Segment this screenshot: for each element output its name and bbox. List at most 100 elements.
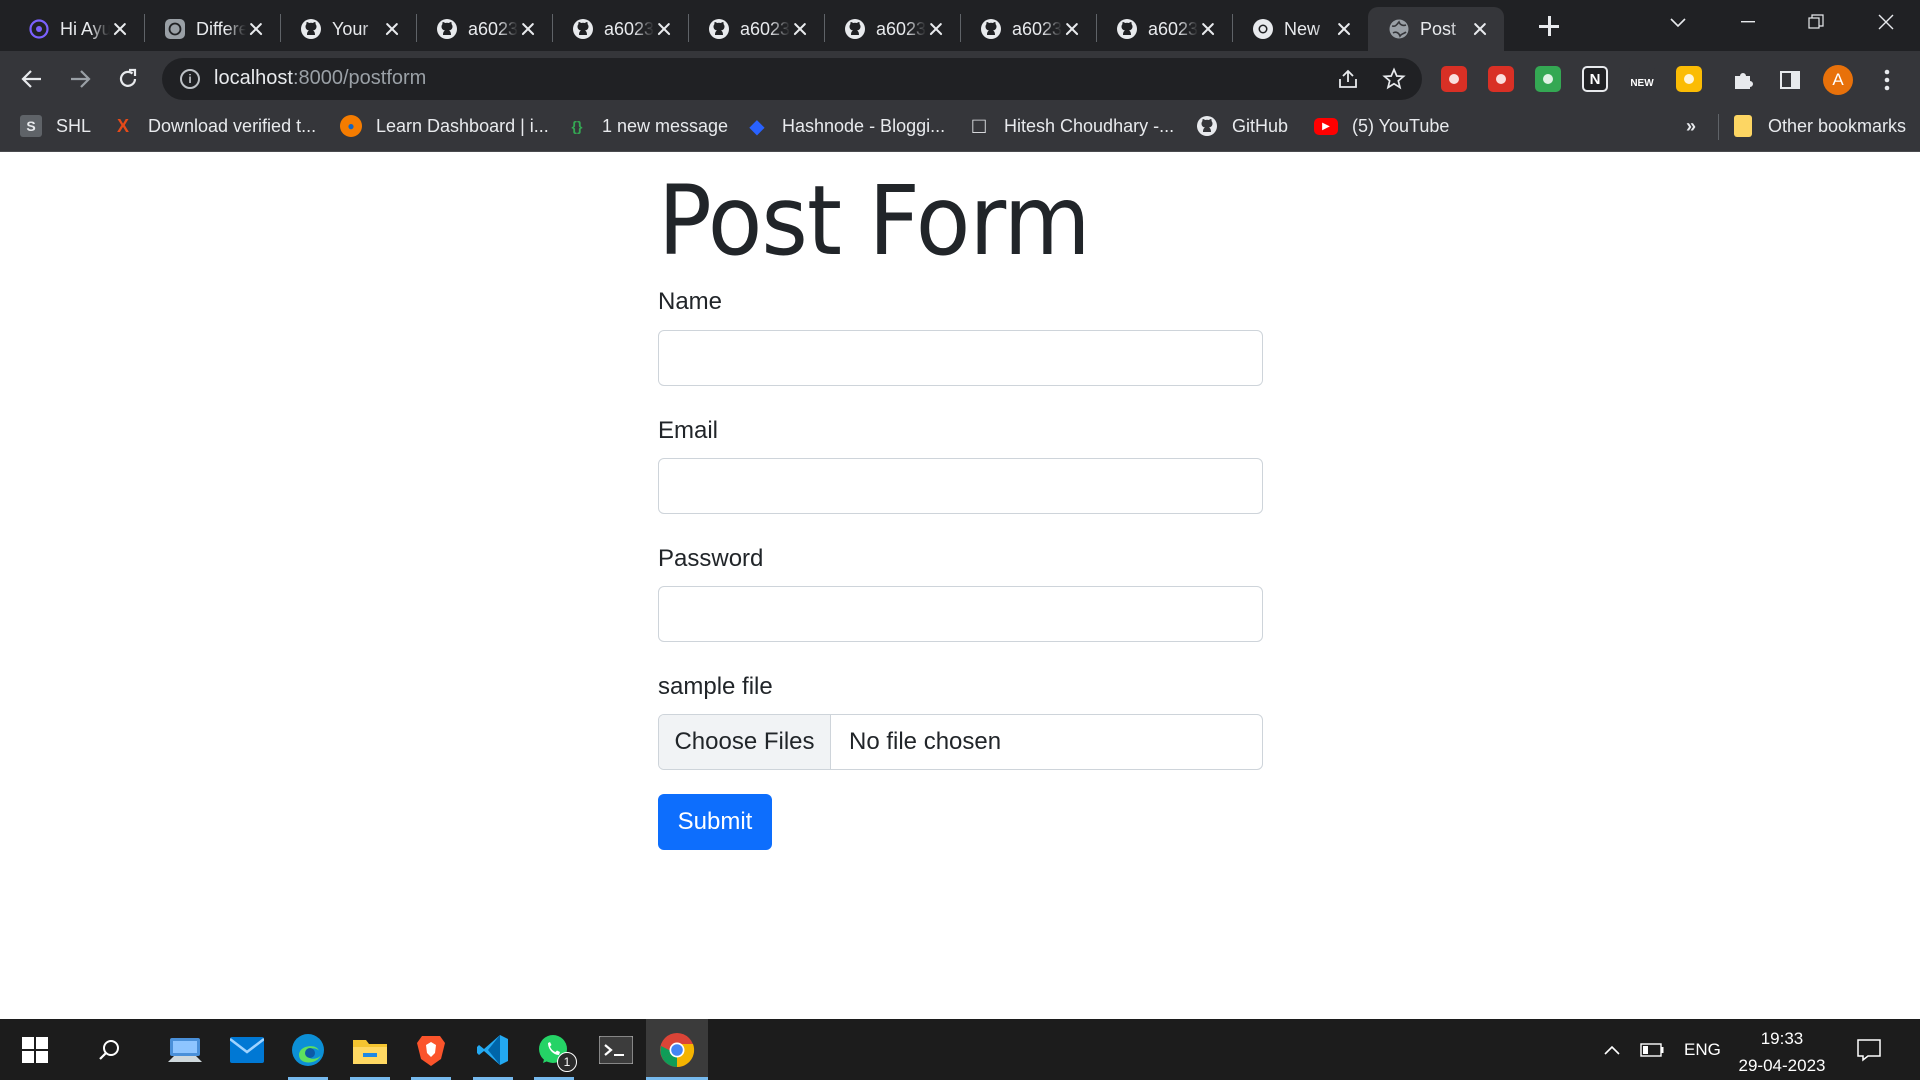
bookmark-label: Hashnode - Bloggi...	[782, 115, 946, 136]
browser-tab[interactable]: a6023	[416, 7, 552, 51]
bookmarks-overflow-button[interactable]: »	[1686, 116, 1696, 137]
github-icon	[1116, 18, 1138, 40]
browser-tab[interactable]: Differences	[144, 7, 280, 51]
new-ext-icon[interactable]: NEW	[1629, 66, 1655, 92]
clock-time: 19:33	[1760, 1029, 1804, 1048]
close-icon	[1878, 14, 1894, 30]
terminal-app-icon[interactable]	[585, 1019, 647, 1080]
file-status-text: No file chosen	[849, 728, 1002, 755]
tab-title: Hi Ayush	[60, 18, 110, 39]
browser-tab[interactable]: Hi Ayush	[8, 7, 144, 51]
tab-search-button[interactable]	[1650, 0, 1706, 44]
file-explorer-app-icon[interactable]	[339, 1019, 401, 1080]
file-input[interactable]: Choose Files No file chosen	[658, 714, 1263, 770]
browser-tab[interactable]: Your	[280, 7, 416, 51]
bookmark-label: GitHub	[1232, 115, 1289, 136]
close-tab-icon[interactable]	[654, 19, 674, 39]
chevron-up-icon	[1604, 1045, 1620, 1055]
show-hidden-icons-button[interactable]	[1603, 1019, 1621, 1080]
windows-logo-icon	[22, 1036, 48, 1063]
back-button[interactable]	[14, 61, 50, 97]
battery-status[interactable]	[1640, 1019, 1664, 1080]
extensions-puzzle-icon[interactable]	[1730, 67, 1756, 93]
minimize-button[interactable]	[1720, 0, 1776, 44]
bookmark-item[interactable]: □ Hitesh Choudhary -...	[968, 106, 1174, 146]
color-ext-icon[interactable]	[1535, 66, 1561, 92]
mail-app-icon[interactable]	[216, 1019, 278, 1080]
whatsapp-app-icon[interactable]: 1	[523, 1019, 585, 1080]
github-icon	[708, 18, 730, 40]
bookmark-item[interactable]: ▶ (5) YouTube	[1314, 106, 1449, 146]
chrome-menu-button[interactable]	[1874, 67, 1900, 93]
search-button[interactable]	[78, 1019, 140, 1080]
forward-button[interactable]	[62, 61, 98, 97]
bookmark-item[interactable]: ● Learn Dashboard | i...	[340, 106, 549, 146]
notifications-button[interactable]	[1856, 1019, 1882, 1080]
hashnode-icon: ◆	[749, 115, 765, 138]
address-bar[interactable]: i localhost:8000/postform	[162, 58, 1422, 100]
chrome-app-icon[interactable]	[646, 1019, 708, 1080]
share-icon[interactable]	[1336, 67, 1360, 91]
bookmark-item[interactable]: X Download verified t...	[112, 106, 316, 146]
url-text[interactable]: localhost:8000/postform	[214, 67, 426, 90]
language-indicator[interactable]: ENG	[1684, 1019, 1721, 1080]
close-tab-icon[interactable]	[1470, 19, 1490, 39]
more-vertical-icon	[1884, 69, 1890, 91]
page-icon: □	[972, 113, 986, 138]
close-window-button[interactable]	[1858, 0, 1914, 44]
close-tab-icon[interactable]	[110, 19, 130, 39]
learn-icon: ●	[340, 115, 362, 137]
browser-tab[interactable]: a6023	[552, 7, 688, 51]
password-input[interactable]	[658, 586, 1263, 642]
email-input[interactable]	[658, 458, 1263, 514]
profile-avatar[interactable]: A	[1823, 65, 1853, 95]
flipkart-ext-icon[interactable]	[1441, 66, 1467, 92]
bookmark-item[interactable]: S SHL	[20, 106, 91, 146]
vscode-app-icon[interactable]	[462, 1019, 524, 1080]
github-icon	[300, 18, 322, 40]
name-input[interactable]	[658, 330, 1263, 386]
close-tab-icon[interactable]	[926, 19, 946, 39]
bookmark-item[interactable]: GitHub	[1196, 106, 1288, 146]
close-tab-icon[interactable]	[1062, 19, 1082, 39]
github-icon	[436, 18, 458, 40]
bookmarks-divider	[1718, 114, 1719, 140]
browser-tab[interactable]: a6023	[1096, 7, 1232, 51]
submit-button[interactable]: Submit	[658, 794, 772, 850]
browser-tab[interactable]: Post	[1368, 7, 1504, 51]
bookmark-item[interactable]: ◆ Hashnode - Bloggi...	[746, 106, 945, 146]
edge-app-icon[interactable]	[277, 1019, 339, 1080]
clock[interactable]: 19:33 29-04-2023	[1732, 1025, 1832, 1079]
close-tab-icon[interactable]	[518, 19, 538, 39]
email-label: Email	[658, 417, 719, 444]
close-tab-icon[interactable]	[1198, 19, 1218, 39]
windows-taskbar: ENG 19:33 29-04-2023 1	[0, 1019, 1920, 1080]
clock-date: 29-04-2023	[1738, 1056, 1826, 1075]
close-tab-icon[interactable]	[246, 19, 266, 39]
start-button[interactable]	[4, 1019, 66, 1080]
side-panel-icon[interactable]	[1777, 67, 1803, 93]
browser-tab[interactable]: a6023	[960, 7, 1096, 51]
tab-title: a6023	[468, 18, 518, 39]
browser-tab[interactable]: a6023	[824, 7, 960, 51]
name-label: Name	[658, 288, 723, 315]
bookmark-star-icon[interactable]	[1382, 67, 1406, 91]
choose-files-button[interactable]: Choose Files	[659, 715, 831, 769]
site-info-icon[interactable]: i	[180, 69, 200, 89]
bookmark-item[interactable]: {} 1 new message	[566, 106, 729, 146]
browser-tab[interactable]: a6023	[688, 7, 824, 51]
close-tab-icon[interactable]	[382, 19, 402, 39]
other-bookmarks-folder[interactable]: Other bookmarks	[1734, 106, 1906, 146]
browser-tab[interactable]: New	[1232, 7, 1368, 51]
palette-ext-icon[interactable]	[1676, 66, 1702, 92]
close-tab-icon[interactable]	[790, 19, 810, 39]
restore-button[interactable]	[1788, 0, 1844, 44]
reload-button[interactable]	[110, 61, 146, 97]
hand-stop-ext-icon[interactable]	[1488, 66, 1514, 92]
notion-ext-icon[interactable]: N	[1582, 66, 1608, 92]
new-tab-button[interactable]	[1535, 12, 1563, 40]
other-bookmarks-label: Other bookmarks	[1768, 115, 1907, 136]
close-tab-icon[interactable]	[1334, 19, 1354, 39]
file-manager-app-icon[interactable]	[154, 1019, 216, 1080]
brave-app-icon[interactable]	[400, 1019, 462, 1080]
